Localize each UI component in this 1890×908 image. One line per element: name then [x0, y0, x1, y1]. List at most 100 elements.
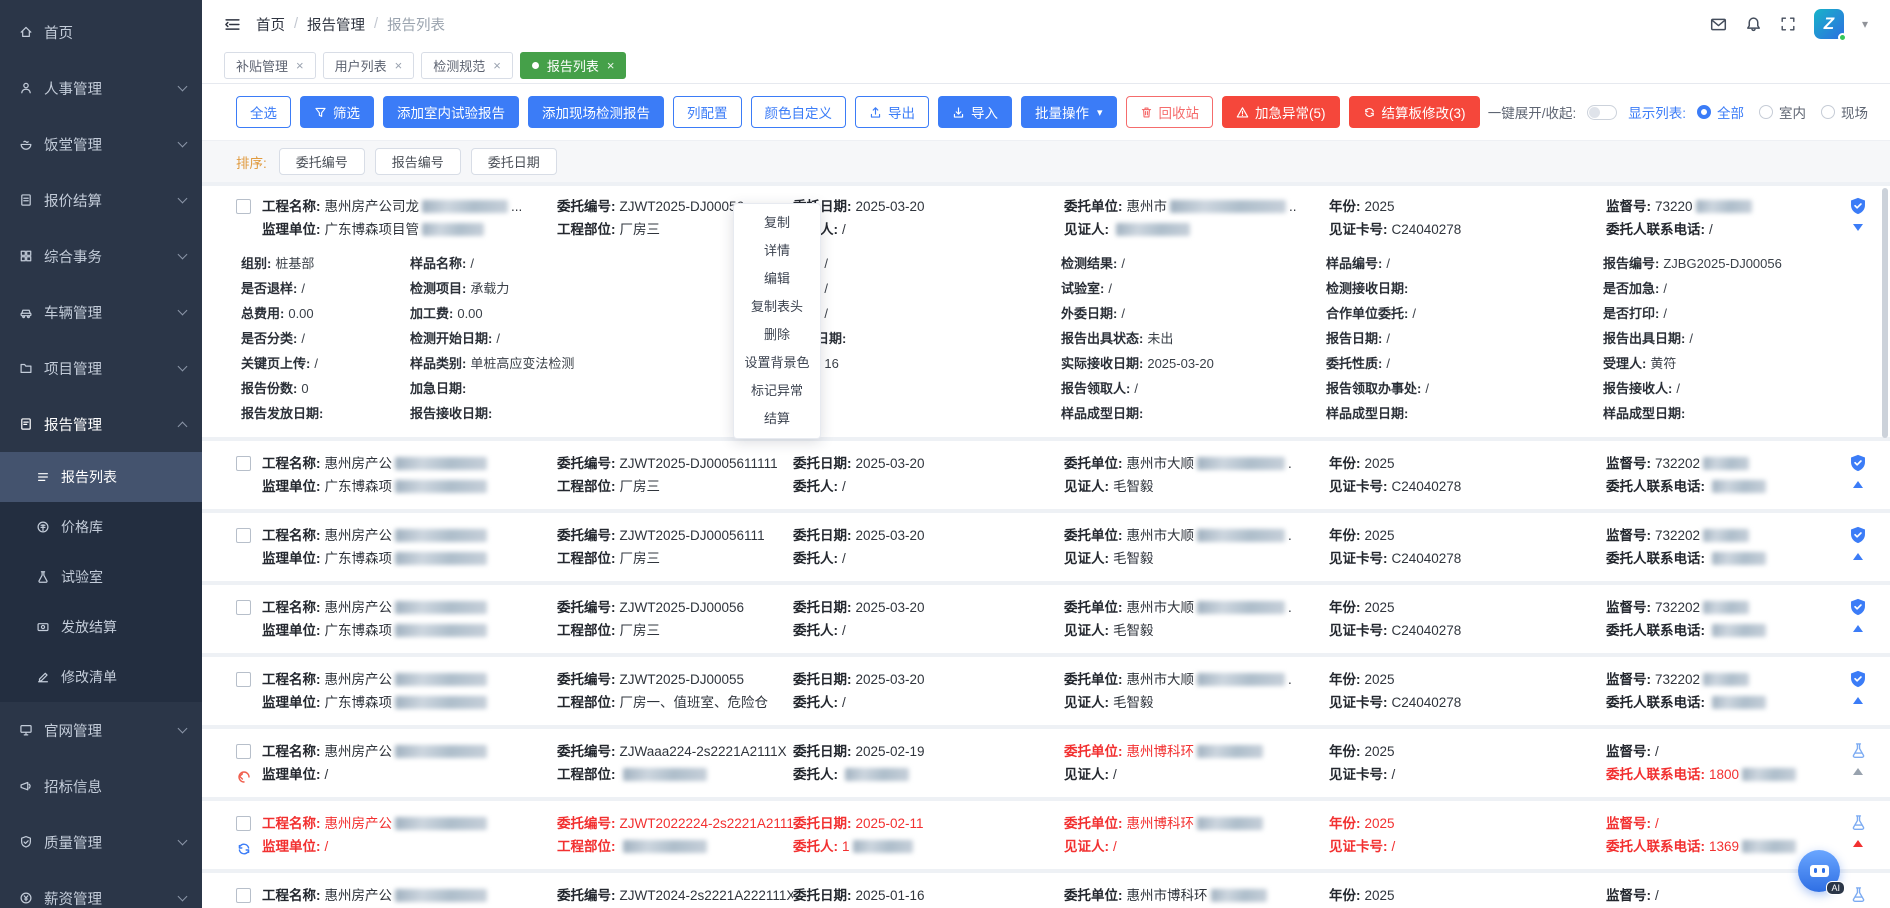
sidebar-item-quality[interactable]: 质量管理: [0, 814, 202, 870]
recycle-bin-button[interactable]: 回收站: [1126, 96, 1214, 128]
display-option-0[interactable]: 全部: [1697, 102, 1744, 122]
close-icon[interactable]: ×: [296, 58, 304, 73]
context-menu-item-3[interactable]: 复制表头: [734, 293, 820, 321]
filter-button[interactable]: 筛选: [300, 96, 374, 128]
sidebar-item-project[interactable]: 项目管理: [0, 340, 202, 396]
context-menu-item-1[interactable]: 详情: [734, 237, 820, 265]
sidebar-item-home[interactable]: 首页: [0, 4, 202, 60]
page-scrollbar[interactable]: [1882, 188, 1888, 438]
report-row[interactable]: 工程名称:惠州房产公委托编号:ZJWT2024-2s2221A222111X委托…: [202, 873, 1890, 908]
context-menu-item-7[interactable]: 结算: [734, 405, 820, 433]
color-custom-button[interactable]: 颜色自定义: [751, 96, 847, 128]
sidebar-item-report[interactable]: 报告管理: [0, 396, 202, 452]
sidebar-subitem-distribution-settlement[interactable]: 发放结算: [0, 602, 202, 652]
shield-icon[interactable]: [1849, 598, 1867, 616]
sort-button-0[interactable]: 委托编号: [279, 148, 365, 175]
display-option-1[interactable]: 室内: [1759, 102, 1806, 122]
bell-icon[interactable]: [1745, 16, 1762, 33]
close-icon[interactable]: ×: [493, 58, 501, 73]
shield-icon[interactable]: [1849, 670, 1867, 688]
field: 年份:2025: [1329, 195, 1606, 218]
sidebar-item-canteen[interactable]: 饭堂管理: [0, 116, 202, 172]
sidebar-subitem-laboratory[interactable]: 试验室: [0, 552, 202, 602]
context-menu-item-5[interactable]: 设置背景色: [734, 349, 820, 377]
return-icon[interactable]: [236, 769, 252, 785]
fullscreen-icon[interactable]: [1780, 16, 1796, 32]
display-option-2[interactable]: 现场: [1821, 102, 1868, 122]
sidebar-item-affairs[interactable]: 综合事务: [0, 228, 202, 284]
sidebar-item-vehicle[interactable]: 车辆管理: [0, 284, 202, 340]
batch-actions-button[interactable]: 批量操作▾: [1021, 96, 1117, 128]
context-menu-item-2[interactable]: 编辑: [734, 265, 820, 293]
flask-icon[interactable]: [1850, 886, 1867, 903]
chevron-up-icon[interactable]: [1853, 625, 1863, 632]
tab-reports[interactable]: 报告列表×: [520, 52, 627, 79]
row-checkbox[interactable]: [236, 744, 251, 759]
redacted-text: [1696, 200, 1752, 213]
context-menu-item-0[interactable]: 复制: [734, 209, 820, 237]
tab-users[interactable]: 用户列表×: [323, 52, 415, 79]
chevron-up-icon[interactable]: [1853, 768, 1863, 775]
sidebar-item-bidding[interactable]: 招标信息: [0, 758, 202, 814]
chevron-down-icon[interactable]: [1853, 224, 1863, 231]
sort-button-1[interactable]: 报告编号: [375, 148, 461, 175]
report-row[interactable]: 工程名称:惠州房产公委托编号:ZJWT2025-DJ00056111委托日期:2…: [202, 513, 1890, 581]
report-row[interactable]: 工程名称:惠州房产公委托编号:ZJWT2025-DJ0005611111委托日期…: [202, 441, 1890, 509]
sidebar-subitem-modification-list[interactable]: 修改清单: [0, 652, 202, 702]
row-checkbox[interactable]: [236, 456, 251, 471]
sidebar-item-hr[interactable]: 人事管理: [0, 60, 202, 116]
add-indoor-report-button[interactable]: 添加室内试验报告: [383, 96, 519, 128]
add-field-report-button[interactable]: 添加现场检测报告: [528, 96, 664, 128]
flask-icon[interactable]: [1850, 742, 1867, 759]
app-logo[interactable]: Z: [1814, 9, 1844, 39]
row-checkbox[interactable]: [236, 816, 251, 831]
urgent-exception-button[interactable]: 加急异常(5): [1222, 96, 1340, 128]
row-checkbox[interactable]: [236, 199, 251, 214]
column-config-button[interactable]: 列配置: [673, 96, 742, 128]
breadcrumb-home[interactable]: 首页: [256, 14, 285, 35]
sidebar-item-salary[interactable]: 薪资管理: [0, 870, 202, 908]
report-row[interactable]: 工程名称:惠州房产公委托编号:ZJWT2025-DJ00056委托日期:2025…: [202, 585, 1890, 653]
context-menu-item-6[interactable]: 标记异常: [734, 377, 820, 405]
sidebar-subitem-price-library[interactable]: 价格库: [0, 502, 202, 552]
chevron-up-icon[interactable]: [1853, 840, 1863, 847]
breadcrumb-report-management[interactable]: 报告管理: [307, 14, 365, 35]
report-row[interactable]: 工程名称:惠州房产公委托编号:ZJWaaa224-2s2221A2111X委托日…: [202, 729, 1890, 797]
row-checkbox[interactable]: [236, 888, 251, 903]
report-row[interactable]: 工程名称:惠州房产公委托编号:ZJWT2022224-2s2221A2111X委…: [202, 801, 1890, 869]
mail-icon[interactable]: [1710, 16, 1727, 33]
sidebar-item-website[interactable]: 官网管理: [0, 702, 202, 758]
row-checkbox[interactable]: [236, 528, 251, 543]
shield-icon[interactable]: [1849, 197, 1867, 215]
import-button[interactable]: 导入: [938, 96, 1012, 128]
row-checkbox[interactable]: [236, 672, 251, 687]
settlement-modify-button[interactable]: 结算板修改(3): [1349, 96, 1480, 128]
export-button[interactable]: 导出: [855, 96, 929, 128]
field-label: 工程部位:: [557, 222, 616, 237]
chevron-up-icon[interactable]: [1853, 553, 1863, 560]
menu-collapse-icon[interactable]: [224, 16, 241, 33]
close-icon[interactable]: ×: [607, 58, 615, 73]
close-icon[interactable]: ×: [395, 58, 403, 73]
select-all-button[interactable]: 全选: [236, 96, 291, 128]
report-row[interactable]: 工程名称:惠州房产公司龙...委托编号:ZJWT2025-DJ00056委托日期…: [202, 186, 1890, 437]
expand-toggle[interactable]: [1587, 105, 1617, 120]
sync-icon[interactable]: [236, 841, 252, 857]
shield-icon[interactable]: [1849, 454, 1867, 472]
sidebar-item-quotation[interactable]: 报价结算: [0, 172, 202, 228]
report-row[interactable]: 工程名称:惠州房产公委托编号:ZJWT2025-DJ00055委托日期:2025…: [202, 657, 1890, 725]
sidebar-subitem-report-list[interactable]: 报告列表: [0, 452, 202, 502]
ai-assistant-button[interactable]: AI: [1798, 850, 1840, 892]
field-label: 监督号:: [1606, 672, 1651, 687]
flask-icon[interactable]: [1850, 814, 1867, 831]
user-menu-caret-icon[interactable]: ▾: [1862, 17, 1868, 31]
expanded-details: 组别:桩基部样品名称:/规格:/检测结果:/样品编号:/报告编号:ZJBG202…: [241, 251, 1878, 426]
tab-subsidy[interactable]: 补贴管理×: [224, 52, 316, 79]
chevron-up-icon[interactable]: [1853, 697, 1863, 704]
sort-button-2[interactable]: 委托日期: [471, 148, 557, 175]
shield-icon[interactable]: [1849, 526, 1867, 544]
context-menu-item-4[interactable]: 删除: [734, 321, 820, 349]
chevron-up-icon[interactable]: [1853, 481, 1863, 488]
row-checkbox[interactable]: [236, 600, 251, 615]
tab-spec[interactable]: 检测规范×: [421, 52, 513, 79]
